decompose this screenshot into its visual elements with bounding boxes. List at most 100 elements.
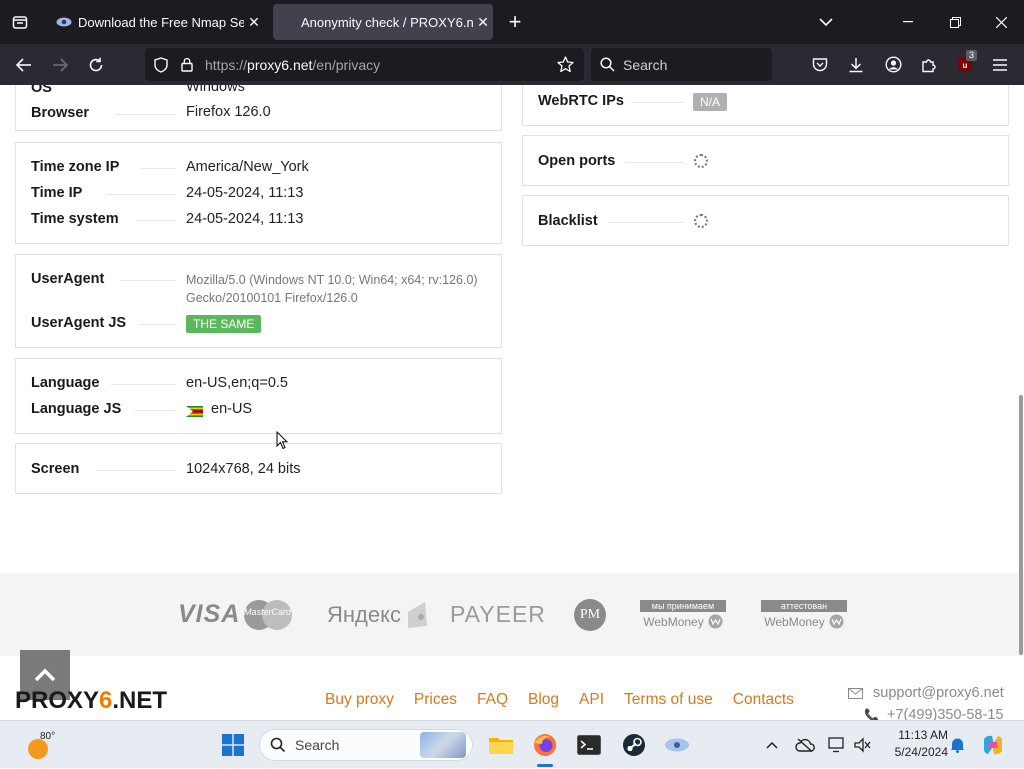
useragent-line1: Mozilla/5.0 (Windows NT 10.0; Win64; x64…	[186, 273, 478, 287]
onedrive-offline-icon[interactable]	[794, 721, 816, 769]
footer-link-buy-proxy[interactable]: Buy proxy	[325, 691, 394, 709]
tab-dropdown-chevron-icon[interactable]	[814, 10, 838, 34]
search-bar[interactable]: Search	[591, 48, 772, 81]
divider	[136, 220, 176, 221]
ublock-extension-icon[interactable]: u 3	[953, 44, 978, 85]
downloads-icon[interactable]	[844, 44, 868, 85]
back-arrow-icon[interactable]	[12, 44, 36, 85]
system-clock[interactable]: 11:13 AM 5/24/2024	[880, 727, 948, 761]
close-tab-icon[interactable]: ✕	[244, 14, 264, 31]
url-path: /en/privacy	[312, 56, 381, 73]
close-window-button[interactable]	[989, 10, 1013, 34]
svg-text:u: u	[963, 61, 968, 70]
useragent-label: UserAgent	[31, 271, 105, 287]
zenmap-icon[interactable]	[662, 721, 692, 769]
copilot-icon[interactable]	[980, 721, 1006, 769]
lock-icon[interactable]	[179, 57, 195, 72]
minimize-button[interactable]	[896, 10, 920, 34]
footer-phone[interactable]: 📞 +7(499)350-58-15	[864, 707, 1003, 720]
url-bar[interactable]: https://proxy6.net/en/privacy	[145, 48, 584, 81]
loading-spinner-icon	[694, 154, 708, 168]
tab-proxy6[interactable]: Anonymity check / PROXY6.net ✕	[273, 4, 493, 40]
show-hidden-icons-chevron[interactable]	[762, 721, 782, 769]
timezone-value: America/New_York	[186, 159, 309, 175]
clock-date: 5/24/2024	[894, 745, 948, 759]
webrtc-status-badge: N/A	[693, 93, 728, 111]
screen-value: 1024x768, 24 bits	[186, 461, 301, 477]
card-webrtc: WebRTC IPs N/A	[522, 85, 1009, 126]
firefox-taskbar-icon[interactable]	[530, 721, 560, 769]
footer-email[interactable]: support@proxy6.net	[848, 685, 1004, 701]
display-icon[interactable]	[826, 721, 848, 769]
divider	[134, 410, 176, 411]
card-blacklist: Blacklist	[522, 195, 1009, 246]
divider	[625, 162, 683, 163]
footer-link-blog[interactable]: Blog	[528, 691, 559, 709]
restore-button[interactable]	[943, 10, 967, 34]
notification-bell-icon[interactable]	[946, 721, 968, 769]
close-tab-icon[interactable]: ✕	[473, 14, 493, 31]
time-system-value: 24-05-2024, 11:13	[186, 211, 304, 227]
windows-taskbar: 80° Search 11:13 AM 5/24/2024	[0, 720, 1024, 768]
flag-icon	[186, 404, 203, 417]
phone-text: +7(499)350-58-15	[886, 707, 1004, 720]
divider	[106, 194, 176, 195]
pocket-icon[interactable]	[808, 44, 832, 85]
extensions-puzzle-icon[interactable]	[917, 44, 941, 85]
url-text[interactable]: https://proxy6.net/en/privacy	[205, 57, 380, 73]
taskbar-search[interactable]: Search	[259, 721, 473, 769]
divider	[631, 102, 683, 103]
footer-link-prices[interactable]: Prices	[414, 691, 457, 709]
account-icon[interactable]	[881, 44, 905, 85]
tab-nmap[interactable]: Download the Free Nmap Secur ✕	[46, 4, 264, 40]
forward-arrow-icon[interactable]	[48, 44, 72, 85]
chevron-up-icon	[34, 668, 56, 682]
footer-link-contacts[interactable]: Contacts	[733, 691, 794, 709]
webmoney-certified-logo: аттестован WebMoney	[761, 573, 847, 656]
useragent-line2: Gecko/20100101 Firefox/126.0	[186, 291, 358, 305]
bookmark-star-icon[interactable]	[557, 56, 574, 76]
network-volume-icon[interactable]	[851, 721, 873, 769]
webmoney-certified-top: аттестован	[761, 600, 847, 612]
mastercard-logo: MasterCard	[242, 573, 294, 656]
tracking-protection-shield-icon[interactable]	[152, 56, 170, 73]
page-scrollbar[interactable]	[1019, 395, 1023, 655]
visa-logo: VISA	[178, 573, 240, 656]
payeer-logo: PAYEER	[450, 573, 546, 656]
email-text: support@proxy6.net	[873, 685, 1004, 701]
payment-methods-strip: VISA MasterCard Яндекс PAYEER PM мы прин…	[0, 573, 1024, 656]
new-tab-button[interactable]: +	[503, 9, 527, 34]
file-explorer-icon[interactable]	[486, 721, 516, 769]
terminal-icon[interactable]	[574, 721, 604, 769]
windows-logo-icon	[222, 734, 244, 756]
site-logo[interactable]: PROXY6.NET	[15, 687, 167, 715]
card-screen: Screen 1024x768, 24 bits	[15, 443, 502, 494]
temperature-text: 80°	[40, 731, 56, 742]
reload-icon[interactable]	[84, 44, 108, 85]
url-domain: proxy6.net	[247, 56, 313, 73]
url-scheme: https://	[205, 56, 248, 73]
steam-icon[interactable]	[619, 721, 649, 769]
language-js-label: Language JS	[31, 401, 122, 417]
page-content: OS Windows Browser Firefox 126.0 Time zo…	[0, 85, 1024, 720]
search-highlight-icon	[420, 732, 466, 758]
card-language: Language en-US,en;q=0.5 Language JS en-U…	[15, 358, 502, 434]
visa-text: VISA	[178, 600, 241, 628]
menu-hamburger-icon[interactable]	[988, 44, 1012, 85]
start-button[interactable]	[219, 721, 247, 769]
nmap-favicon-icon	[56, 14, 72, 30]
sun-icon	[28, 739, 48, 759]
useragent-js-label: UserAgent JS	[31, 315, 127, 331]
weather-widget[interactable]: 80°	[18, 721, 58, 769]
browser-label: Browser	[31, 105, 90, 121]
search-placeholder: Search	[623, 56, 668, 73]
tab-list-icon[interactable]	[8, 10, 32, 34]
blacklist-label: Blacklist	[538, 213, 598, 229]
webmoney-certified-bottom: WebMoney	[764, 614, 825, 629]
webmoney-accept-top: мы принимаем	[640, 600, 726, 612]
divider	[141, 324, 176, 325]
screen-label: Screen	[31, 461, 80, 477]
footer-link-terms[interactable]: Terms of use	[624, 691, 713, 709]
footer-link-faq[interactable]: FAQ	[477, 691, 508, 709]
footer-link-api[interactable]: API	[579, 691, 604, 709]
